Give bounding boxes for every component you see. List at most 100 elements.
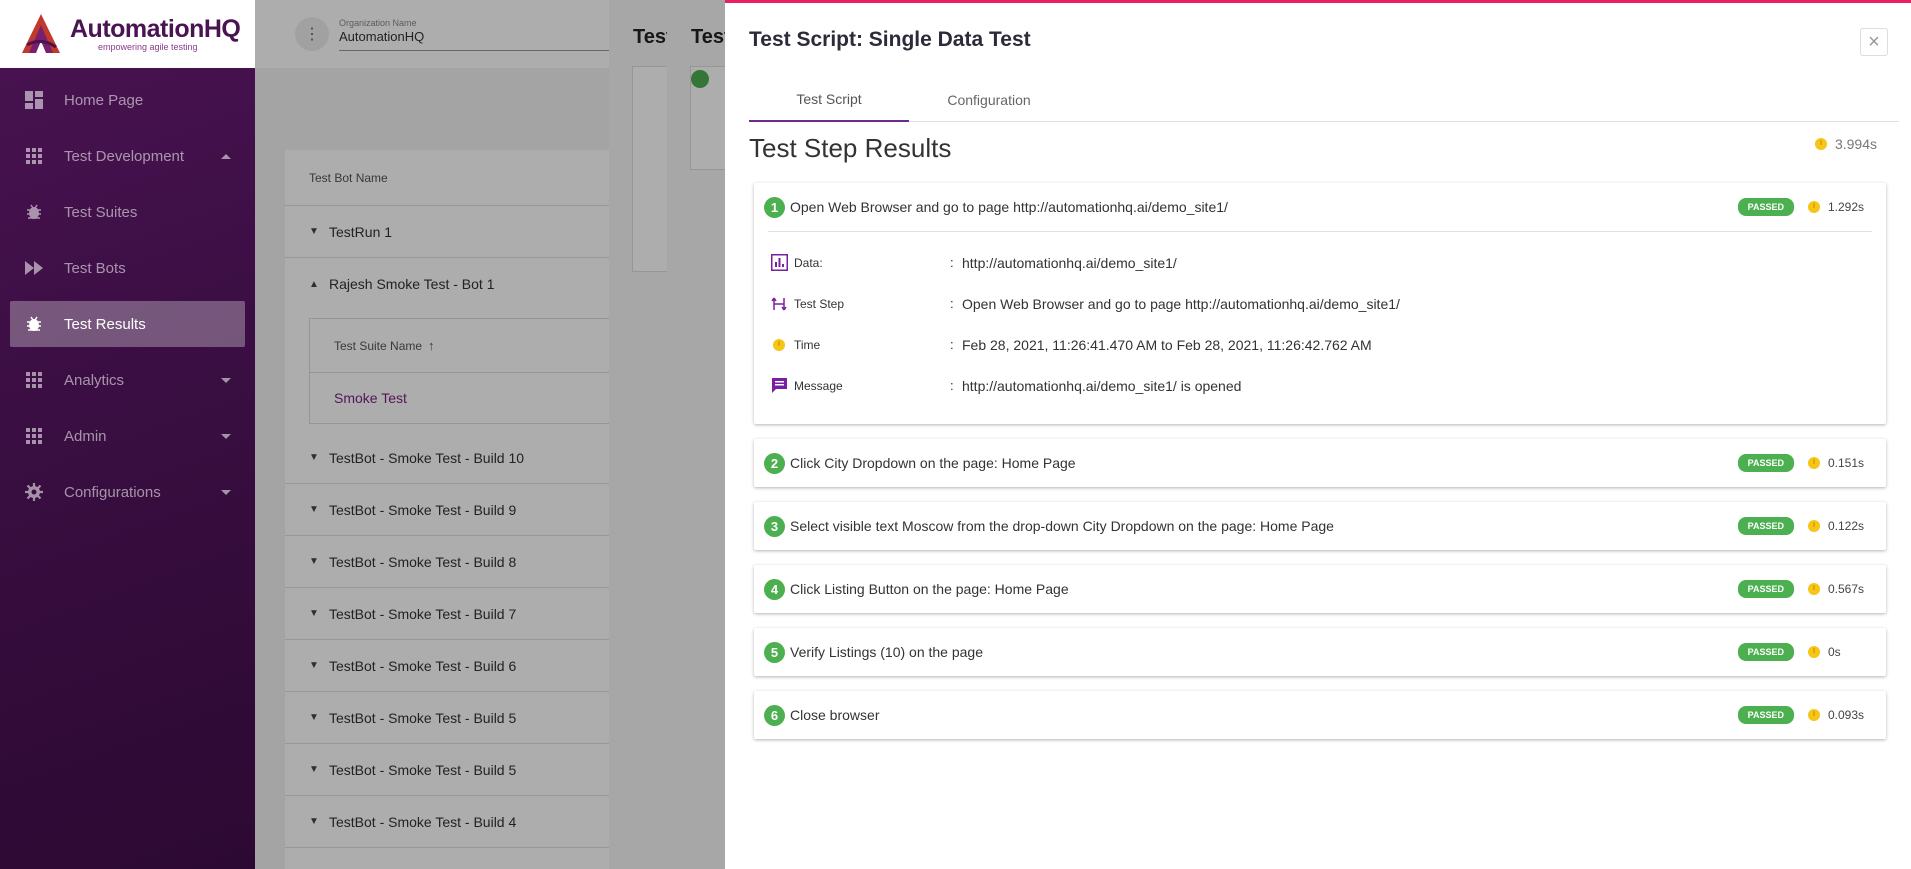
logo-mark-icon (18, 11, 64, 57)
step-duration: 0s (1808, 645, 1866, 659)
step-duration-value: 0.151s (1828, 456, 1865, 470)
detail-label: Test Step (794, 296, 845, 311)
message-icon (768, 377, 790, 394)
sidebar-item-analytics[interactable]: Analytics (10, 357, 245, 403)
total-time: 3.994s (1814, 136, 1877, 152)
grid-icon (24, 370, 44, 390)
step-number-badge: 4 (764, 578, 785, 600)
grid-icon (24, 146, 44, 166)
detail-value: http://automationhq.ai/demo_site1/ (962, 254, 1177, 271)
detail-value: Open Web Browser and go to page http://a… (962, 295, 1400, 312)
test-step-header[interactable]: 4 Click Listing Button on the page: Home … (754, 565, 1886, 613)
sidebar-item-label: Admin (64, 427, 107, 445)
sidebar-item-admin[interactable]: Admin (10, 413, 245, 459)
total-time-value: 3.994s (1834, 136, 1877, 152)
step-duration-value: 0.567s (1828, 582, 1865, 596)
test-step-card[interactable]: 3 Select visible text Moscow from the dro… (754, 502, 1886, 550)
sidebar-item-test-development[interactable]: Test Development (10, 133, 245, 179)
step-number-badge: 5 (764, 641, 785, 663)
step-description: Click City Dropdown on the page: Home Pa… (790, 455, 1076, 471)
gear-icon (24, 482, 44, 502)
step-duration-value: 0s (1828, 645, 1841, 659)
step-description: Verify Listings (10) on the page (790, 644, 984, 660)
results-title: Test Step Results (749, 133, 952, 163)
sidebar-item-label: Test Bots (64, 259, 126, 277)
step-duration: 0.567s (1808, 582, 1866, 596)
status-badge: PASSED (1737, 580, 1794, 598)
clock-icon (1814, 138, 1827, 150)
detail-separator: : (950, 296, 954, 311)
step-number-badge: 2 (764, 452, 785, 474)
chevron-down-icon (221, 433, 231, 439)
step-duration: 0.093s (1808, 708, 1866, 722)
step-duration-value: 0.122s (1828, 519, 1865, 533)
detail-row: Data:: http://automationhq.ai/demo_site1/ (768, 242, 1872, 283)
sidebar-item-label: Configurations (64, 483, 161, 501)
status-badge: PASSED (1737, 517, 1794, 535)
chevron-up-icon (221, 153, 231, 159)
test-step-header[interactable]: 3 Select visible text Moscow from the dro… (754, 502, 1886, 550)
sidebar-nav: Home Page Test Development Test Suites Test… (0, 77, 255, 525)
bug-icon (24, 202, 44, 222)
step-description: Open Web Browser and go to page http://a… (790, 199, 1228, 215)
clock-icon (1808, 520, 1820, 532)
test-step-card[interactable]: 6 Close browser PASSED 0.093s (754, 691, 1886, 739)
status-badge: PASSED (1737, 706, 1794, 724)
detail-separator: : (950, 378, 954, 393)
step-number-badge: 1 (764, 196, 785, 218)
step-duration: 0.151s (1808, 456, 1866, 470)
logo[interactable]: AutomationHQ empowering agile testing (0, 0, 255, 68)
test-step-header[interactable]: 6 Close browser PASSED 0.093s (754, 691, 1886, 739)
sidebar-item-configurations[interactable]: Configurations (10, 469, 245, 515)
status-badge: PASSED (1737, 643, 1794, 661)
step-icon (768, 296, 790, 312)
fast-forward-icon (24, 258, 44, 278)
detail-value: Feb 28, 2021, 11:26:41.470 AM to Feb 28,… (962, 336, 1372, 353)
test-step-card[interactable]: 2 Click City Dropdown on the page: Home P… (754, 439, 1886, 487)
clock-icon (1808, 201, 1820, 213)
sidebar-item-home-page[interactable]: Home Page (10, 77, 245, 123)
clock-icon (1808, 457, 1820, 469)
clock-icon (768, 338, 790, 351)
bug-icon (24, 314, 44, 334)
tab-configuration[interactable]: Configuration (909, 78, 1069, 122)
sidebar-item-label: Home Page (64, 91, 144, 109)
detail-row: Message: http://automationhq.ai/demo_site… (768, 365, 1872, 406)
step-details: Data:: http://automationhq.ai/demo_site1/… (768, 231, 1872, 424)
status-badge: PASSED (1737, 198, 1794, 216)
detail-row: Time: Feb 28, 2021, 11:26:41.470 AM to Fe… (768, 324, 1872, 365)
grid-icon (24, 426, 44, 446)
sidebar-item-label: Test Suites (64, 203, 138, 221)
dashboard-icon (24, 90, 44, 110)
sidebar-item-label: Test Results (64, 315, 146, 333)
tab-test-script[interactable]: Test Script (749, 78, 909, 122)
step-description: Select visible text Moscow from the drop… (790, 518, 1334, 534)
close-icon[interactable]: × (1860, 28, 1888, 56)
sidebar-item-label: Analytics (64, 371, 125, 389)
step-number-badge: 3 (764, 515, 785, 537)
test-step-card[interactable]: 1 Open Web Browser and go to page http://… (754, 183, 1886, 424)
brand-name: AutomationHQ (70, 15, 241, 43)
sidebar-item-test-results[interactable]: Test Results (10, 301, 245, 347)
step-description: Click Listing Button on the page: Home P… (790, 581, 1069, 597)
panel-title: Test Script: Single Data Test (749, 28, 1031, 51)
detail-row: Test Step: Open Web Browser and go to pag… (768, 283, 1872, 324)
panel-tabs: Test Script Configuration (749, 78, 1899, 122)
test-step-card[interactable]: 5 Verify Listings (10) on the page PASSED 0… (754, 628, 1886, 676)
sidebar-item-test-suites[interactable]: Test Suites (10, 189, 245, 235)
test-step-card[interactable]: 4 Click Listing Button on the page: Home … (754, 565, 1886, 613)
detail-separator: : (950, 337, 954, 352)
sidebar-item-test-bots[interactable]: Test Bots (10, 245, 245, 291)
test-step-header[interactable]: 1 Open Web Browser and go to page http://… (754, 183, 1886, 231)
step-list: 1 Open Web Browser and go to page http://… (754, 183, 1886, 754)
clock-icon (1808, 583, 1820, 595)
test-step-header[interactable]: 2 Click City Dropdown on the page: Home P… (754, 439, 1886, 487)
sidebar: AutomationHQ empowering agile testing Ho… (0, 0, 255, 869)
test-step-header[interactable]: 5 Verify Listings (10) on the page PASSED 0… (754, 628, 1886, 676)
chevron-down-icon (221, 489, 231, 495)
step-duration: 0.122s (1808, 519, 1866, 533)
step-number-badge: 6 (764, 704, 785, 726)
step-duration-value: 1.292s (1828, 200, 1865, 214)
step-description: Close browser (790, 707, 880, 723)
detail-label: Time (794, 337, 821, 352)
